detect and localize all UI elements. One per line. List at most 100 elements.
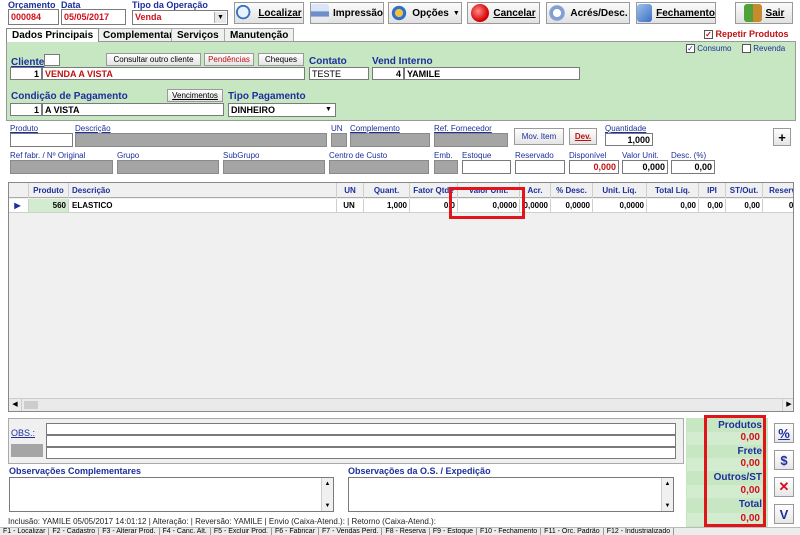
obs-line-1[interactable] [46, 423, 676, 435]
localizar-label: Localizar [258, 7, 302, 19]
fkey-5[interactable]: F5 - Excluir Prod. [211, 528, 272, 535]
data-field[interactable]: 05/05/2017 [61, 9, 126, 25]
cancelar-button[interactable]: Cancelar [467, 2, 540, 24]
produto-field[interactable] [10, 133, 73, 147]
col-valor-unit[interactable]: Valor Unit. [458, 183, 520, 198]
revenda-label: Revenda [753, 44, 786, 53]
disponivel-label: Disponível [569, 151, 607, 160]
fechamento-button[interactable]: Fechamento [636, 2, 716, 24]
obs-line-2[interactable] [46, 435, 676, 447]
cheques-button[interactable]: Cheques [258, 53, 304, 66]
opcoes-button[interactable]: Opções ▼ [388, 2, 462, 24]
cliente-code-field[interactable]: 1 [10, 67, 42, 80]
tab-servicos[interactable]: Serviços [171, 28, 225, 42]
obs-os-textarea[interactable]: ▲ ▼ [348, 477, 674, 512]
ref-fornecedor-field [434, 133, 508, 147]
fkey-6[interactable]: F6 - Fabricar [272, 528, 319, 535]
chevron-down-icon[interactable]: ▼ [323, 105, 334, 115]
scroll-up-icon[interactable]: ▲ [322, 478, 333, 490]
consumo-option[interactable]: ✓ Consumo [686, 44, 731, 54]
dev-button[interactable]: Dev. [569, 128, 597, 145]
ref-fabr-label: Ref fabr. / Nº Original [10, 151, 86, 160]
tab-complementar[interactable]: Complementar [97, 28, 180, 42]
cell-ipi: 0,00 [699, 199, 726, 212]
vertical-scrollbar[interactable]: ▲ ▼ [661, 478, 673, 511]
scroll-down-icon[interactable]: ▼ [662, 500, 673, 511]
condicao-code-field[interactable]: 1 [10, 103, 42, 116]
col-un[interactable]: UN [337, 183, 364, 198]
col-fator-qtde[interactable]: Fator Qtde [410, 183, 458, 198]
col-acr[interactable]: Acr. [520, 183, 551, 198]
fkey-9[interactable]: F9 - Estoque [430, 528, 477, 535]
fkey-1[interactable]: F1 - Localizar [0, 528, 50, 535]
revenda-option[interactable]: Revenda [742, 44, 786, 54]
scroll-thumb[interactable] [24, 401, 38, 409]
tab-manutencao[interactable]: Manutenção [224, 28, 295, 42]
cliente-name-field[interactable]: VENDA A VISTA [42, 67, 305, 80]
tipo-pagamento-select[interactable]: DINHEIRO ▼ [228, 103, 336, 117]
repetir-produtos-option[interactable]: ✓ Repetir Produtos [704, 29, 789, 40]
localizar-button[interactable]: Localizar [234, 2, 304, 24]
fkey-11[interactable]: F11 - Orc. Padrão [541, 528, 604, 535]
cliente-lookup-field[interactable] [44, 54, 60, 66]
sair-button[interactable]: Sair [735, 2, 793, 24]
fkey-4[interactable]: F4 - Canc. Alt. [160, 528, 211, 535]
fkey-7[interactable]: F7 - Vendas Perd. [319, 528, 383, 535]
remove-button[interactable]: ✕ [774, 477, 794, 497]
contato-field[interactable]: TESTE [309, 67, 369, 80]
dollar-button[interactable]: $ [774, 450, 794, 470]
scroll-left-icon[interactable]: ◀ [9, 399, 22, 411]
add-item-button[interactable]: + [773, 128, 791, 146]
mov-item-button[interactable]: Mov. Item [514, 128, 564, 145]
items-grid[interactable]: Produto Descrição UN Quant. Fator Qtde V… [8, 182, 794, 412]
checkbox-checked-icon[interactable]: ✓ [686, 44, 695, 54]
col-st-out[interactable]: ST/Out. [726, 183, 763, 198]
acres-desc-button[interactable]: Acrés/Desc. [546, 2, 630, 24]
col-descricao[interactable]: Descrição [69, 183, 337, 198]
subgrupo-label: SubGrupo [223, 151, 260, 160]
percent-button[interactable]: % [774, 423, 794, 443]
desc-pct-field[interactable]: 0,00 [671, 160, 715, 174]
vendedor-code-field[interactable]: 4 [372, 67, 404, 80]
orcamento-field[interactable]: 000084 [8, 9, 59, 25]
fkey-8[interactable]: F8 - Reserva [382, 528, 430, 535]
checkbox-checked-icon[interactable]: ✓ [704, 30, 713, 40]
valor-unit-field[interactable]: 0,000 [622, 160, 668, 174]
desc-pct-label: Desc. (%) [671, 151, 707, 160]
impressao-button[interactable]: Impressão [310, 2, 384, 24]
consultar-cliente-button[interactable]: Consultar outro cliente [106, 53, 201, 66]
fkey-10[interactable]: F10 - Fechamento [477, 528, 542, 535]
vertical-scrollbar[interactable]: ▲ ▼ [321, 478, 333, 511]
fkey-12[interactable]: F12 - Industrializado [604, 528, 675, 535]
col-produto[interactable]: Produto [29, 183, 69, 198]
col-total-liq[interactable]: Total Líq. [647, 183, 699, 198]
obs-complementares-textarea[interactable]: ▲ ▼ [9, 477, 334, 512]
function-keys-bar: F1 - Localizar F2 - Cadastro F3 - Alterar … [0, 527, 800, 535]
row-selector-icon[interactable]: ▶ [9, 199, 29, 212]
col-quant[interactable]: Quant. [364, 183, 410, 198]
checkbox-unchecked-icon[interactable] [742, 44, 751, 54]
col-unit-liq[interactable]: Unit. Líq. [593, 183, 647, 198]
quantidade-field[interactable]: 1,000 [605, 133, 653, 146]
col-desc[interactable]: % Desc. [551, 183, 593, 198]
horizontal-scrollbar[interactable]: ◀ ▶ [9, 398, 793, 411]
fkey-3[interactable]: F3 - Alterar Prod. [99, 528, 160, 535]
vendedor-name-field[interactable]: YAMILE [404, 67, 580, 80]
binoculars-icon [236, 4, 255, 22]
scroll-right-icon[interactable]: ▶ [782, 399, 793, 411]
table-row[interactable]: ▶ 560 ELASTICO UN 1,000 0,0 0,0000 0,000… [9, 199, 793, 213]
condicao-value-field[interactable]: A VISTA [42, 103, 224, 116]
cell-valor-unit[interactable]: 0,0000 [458, 199, 520, 212]
pendencias-button[interactable]: Pendências [204, 53, 254, 66]
tipo-operacao-select[interactable]: Venda ▼ [132, 10, 228, 25]
scroll-down-icon[interactable]: ▼ [322, 500, 333, 511]
obs-line-3[interactable] [46, 447, 676, 459]
tab-dados-principais[interactable]: Dados Principais [6, 28, 100, 42]
col-ipi[interactable]: IPI [699, 183, 726, 198]
col-reserv[interactable]: Reserv [763, 183, 793, 198]
confirm-button[interactable]: V [774, 504, 794, 524]
chevron-down-icon[interactable]: ▼ [214, 12, 226, 23]
vencimentos-button[interactable]: Vencimentos [167, 89, 223, 102]
fkey-2[interactable]: F2 - Cadastro [49, 528, 100, 535]
scroll-up-icon[interactable]: ▲ [662, 478, 673, 490]
